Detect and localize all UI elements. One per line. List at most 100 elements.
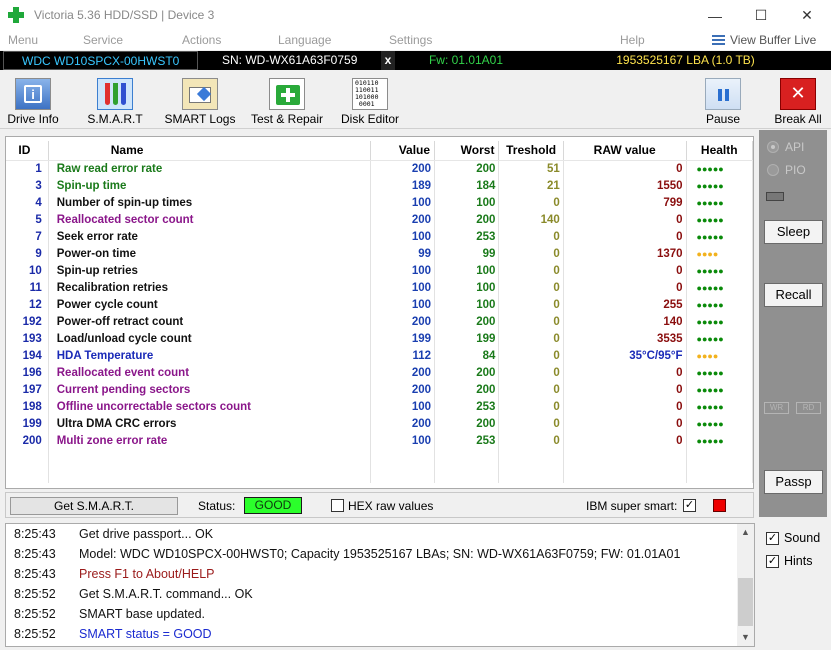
disk-editor-button[interactable]: 010110 110011 101000 0001 Disk Editor [338, 75, 402, 129]
menu-help[interactable]: Help [620, 33, 645, 47]
smart-raw-cell: 799 [563, 194, 687, 211]
smart-name-cell: Recalibration retries [48, 279, 371, 296]
hex-raw-checkbox[interactable] [331, 499, 344, 512]
smart-logs-label: SMART Logs [164, 112, 236, 126]
table-row[interactable]: 11 Recalibration retries 100 100 0 0 ●●●●● [6, 279, 754, 296]
view-buffer-live[interactable]: View Buffer Live [712, 33, 816, 47]
smart-worst-cell: 100 [434, 279, 500, 296]
scroll-down-icon[interactable]: ▼ [737, 629, 754, 646]
scroll-thumb[interactable] [738, 578, 753, 626]
menu-actions[interactable]: Actions [182, 33, 221, 47]
smart-id-cell: 3 [6, 177, 49, 194]
table-row[interactable]: 193 Load/unload cycle count 199 199 0 3535 ●●●… [6, 330, 754, 347]
table-row[interactable]: 7 Seek error rate 100 253 0 0 ●●●●● [6, 228, 754, 245]
sleep-button[interactable]: Sleep [764, 220, 823, 244]
log-message: Get drive passport... OK [79, 527, 214, 541]
log-time: 8:25:43 [14, 547, 56, 561]
table-row[interactable]: 12 Power cycle count 100 100 0 255 ●●●●● [6, 296, 754, 313]
log-scrollbar[interactable]: ▲ ▼ [737, 524, 754, 646]
minimize-button[interactable]: — [692, 0, 738, 31]
recall-button[interactable]: Recall [764, 283, 823, 307]
scroll-up-icon[interactable]: ▲ [737, 524, 754, 541]
smart-health-cell: ●●●● [686, 347, 754, 364]
hints-checkbox[interactable]: ✓ [766, 554, 779, 568]
menu-menu[interactable]: Menu [8, 33, 38, 47]
status-label: Status: [198, 499, 236, 513]
pause-button[interactable]: Pause [700, 75, 746, 129]
table-row[interactable]: 198 Offline uncorrectable sectors count 10… [6, 398, 754, 415]
table-row[interactable]: 196 Reallocated event count 200 200 0 0 ●●●●● [6, 364, 754, 381]
passp-button[interactable]: Passp [764, 470, 823, 494]
menu-settings[interactable]: Settings [389, 33, 432, 47]
table-row[interactable]: 200 Multi zone error rate 100 253 0 0 ●●●●● [6, 432, 754, 449]
smart-id-cell: 197 [6, 381, 49, 398]
log-message: Press F1 to About/HELP [79, 567, 215, 581]
smart-raw-cell: 0 [563, 398, 687, 415]
smart-name-cell: Current pending sectors [48, 381, 371, 398]
log-message: Model: WDC WD10SPCX-00HWST0; Capacity 19… [79, 547, 681, 561]
empty-cell [48, 466, 371, 483]
smart-raw-cell: 0 [563, 279, 687, 296]
smart-logs-button[interactable]: SMART Logs [163, 75, 237, 129]
hints-option[interactable]: ✓ Hints [766, 554, 812, 568]
get-smart-button[interactable]: Get S.M.A.R.T. [10, 497, 178, 515]
api-radio[interactable]: API [767, 140, 804, 154]
menu-service[interactable]: Service [83, 33, 123, 47]
smart-value-cell: 100 [370, 398, 436, 415]
device-close-button[interactable]: x [381, 51, 395, 70]
table-row[interactable]: 3 Spin-up time 189 184 21 1550 ●●●●● [6, 177, 754, 194]
smart-id-cell: 192 [6, 313, 49, 330]
col-value[interactable]: Value [370, 141, 436, 161]
drive-info-button[interactable]: i Drive Info [2, 75, 64, 129]
col-raw-value[interactable]: RAW value [563, 141, 687, 161]
smart-worst-cell: 200 [434, 381, 500, 398]
wr-indicator: WR [764, 402, 789, 414]
table-row[interactable]: 1 Raw read error rate 200 200 51 0 ●●●●● [6, 160, 754, 177]
info-icon: i [15, 78, 51, 110]
smart-health-cell: ●●●●● [686, 194, 754, 211]
device-model-selector[interactable]: WDC WD10SPCX-00HWST0 [3, 51, 198, 70]
table-row[interactable]: 10 Spin-up retries 100 100 0 0 ●●●●● [6, 262, 754, 279]
col-treshold[interactable]: Treshold [498, 141, 564, 161]
table-row[interactable]: 192 Power-off retract count 200 200 0 140 ●●●●… [6, 313, 754, 330]
col-name[interactable]: Name [48, 141, 371, 161]
smart-button[interactable]: S.M.A.R.T [82, 75, 148, 129]
table-row[interactable]: 197 Current pending sectors 200 200 0 0 ●●●●● [6, 381, 754, 398]
ibm-super-smart-checkbox[interactable]: ✓ [683, 499, 696, 512]
table-row[interactable]: 199 Ultra DMA CRC errors 200 200 0 0 ●●●●● [6, 415, 754, 432]
empty-cell [370, 449, 436, 466]
binary-glyph: 010110 110011 101000 0001 [355, 79, 379, 108]
table-row[interactable]: 4 Number of spin-up times 100 100 0 799 ●●●●● [6, 194, 754, 211]
app-cross-icon [8, 7, 24, 23]
close-button[interactable]: ✕ [784, 0, 830, 31]
smart-name-cell: Ultra DMA CRC errors [48, 415, 371, 432]
pio-radio[interactable]: PIO [767, 163, 806, 177]
col-health[interactable]: Health [686, 141, 754, 161]
table-row[interactable]: 9 Power-on time 99 99 0 1370 ●●●● [6, 245, 754, 262]
menu-language[interactable]: Language [278, 33, 331, 47]
test-repair-button[interactable]: Test & Repair [246, 75, 328, 129]
smart-treshold-cell: 0 [498, 228, 564, 245]
test-repair-label: Test & Repair [250, 112, 324, 126]
smart-health-cell: ●●●●● [686, 177, 754, 194]
smart-raw-cell: 0 [563, 415, 687, 432]
smart-name-cell: Load/unload cycle count [48, 330, 371, 347]
disk-editor-label: Disk Editor [340, 112, 399, 126]
smart-raw-cell: 0 [563, 381, 687, 398]
maximize-button[interactable]: ☐ [738, 0, 784, 31]
sound-option[interactable]: ✓ Sound [766, 531, 820, 545]
col-worst[interactable]: Worst [434, 141, 500, 161]
table-row[interactable]: 5 Reallocated sector count 200 200 140 0 ●●●●● [6, 211, 754, 228]
sound-checkbox[interactable]: ✓ [766, 531, 779, 545]
smart-name-cell: HDA Temperature [48, 347, 371, 364]
break-all-button[interactable]: ✕ Break All [770, 75, 826, 129]
log-time: 8:25:52 [14, 627, 56, 641]
col-id[interactable]: ID [6, 141, 49, 161]
table-row[interactable]: 194 HDA Temperature 112 84 0 35°C/95°F ●●●● [6, 347, 754, 364]
smart-table-header: ID Name Value Worst Treshold RAW value H… [6, 141, 754, 161]
rd-indicator: RD [796, 402, 821, 414]
smart-value-cell: 100 [370, 279, 436, 296]
smart-name-cell: Offline uncorrectable sectors count [48, 398, 371, 415]
smart-health-cell: ●●●● [686, 245, 754, 262]
device-firmware: Fw: 01.01A01 [428, 53, 504, 67]
